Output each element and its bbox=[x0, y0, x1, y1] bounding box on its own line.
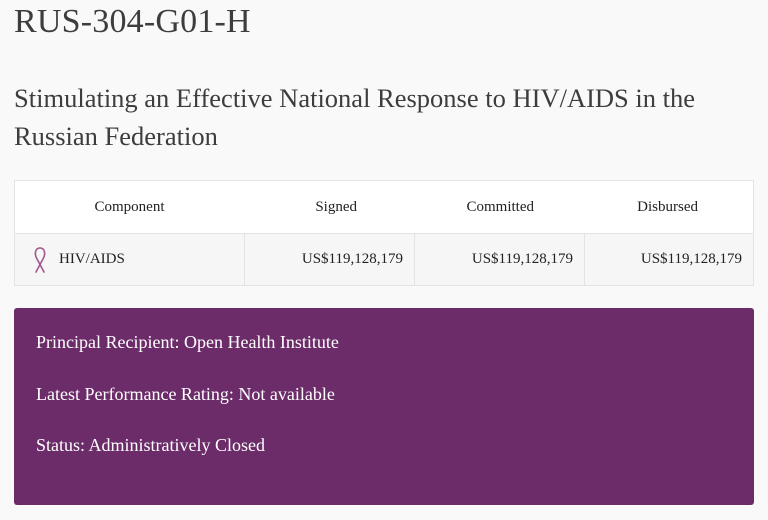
component-cell: HIV/AIDS bbox=[15, 234, 244, 285]
grant-page: RUS-304-G01-H Stimulating an Effective N… bbox=[0, 0, 768, 520]
grant-id-heading: RUS-304-G01-H bbox=[14, 3, 251, 40]
grant-info-panel: Principal Recipient: Open Health Institu… bbox=[14, 308, 754, 505]
header-component: Component bbox=[94, 198, 165, 215]
committed-cell: US$119,128,179 bbox=[414, 234, 584, 285]
grant-title: Stimulating an Effective National Respon… bbox=[14, 83, 696, 151]
signed-cell: US$119,128,179 bbox=[244, 234, 414, 285]
table-row: HIV/AIDS US$119,128,179 US$119,128,179 U… bbox=[15, 233, 753, 285]
grant-status: Status: Administratively Closed bbox=[36, 435, 265, 455]
disbursed-cell: US$119,128,179 bbox=[584, 234, 753, 285]
grant-table: Component Signed Committed Disbursed HIV… bbox=[14, 180, 754, 286]
principal-recipient: Principal Recipient: Open Health Institu… bbox=[36, 332, 339, 352]
header-committed: Committed bbox=[466, 198, 535, 215]
ribbon-icon bbox=[27, 245, 53, 275]
header-signed: Signed bbox=[315, 198, 357, 215]
performance-rating: Latest Performance Rating: Not available bbox=[36, 384, 335, 404]
header-disbursed: Disbursed bbox=[637, 198, 698, 215]
table-header-row: Component Signed Committed Disbursed bbox=[15, 181, 753, 233]
component-label: HIV/AIDS bbox=[59, 251, 125, 267]
